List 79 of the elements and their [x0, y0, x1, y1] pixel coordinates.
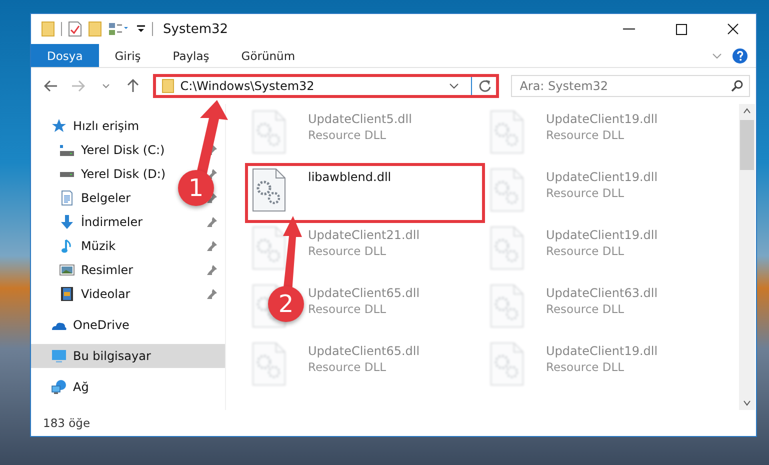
- file-gear-icon: [252, 168, 286, 212]
- sidebar-item[interactable]: Ağ: [31, 375, 225, 399]
- file-type: Resource DLL: [308, 244, 388, 258]
- sidebar-item[interactable]: Hızlı erişim: [31, 114, 225, 138]
- file-name[interactable]: libawblend.dll: [308, 170, 392, 184]
- file-gear-icon: [490, 226, 524, 270]
- sidebar-item[interactable]: OneDrive: [31, 313, 225, 337]
- ribbon-tab[interactable]: Görünüm: [225, 44, 312, 67]
- file-gear-icon: [490, 342, 524, 386]
- file-type: Resource DLL: [546, 244, 626, 258]
- pin-icon[interactable]: [207, 193, 217, 203]
- sidebar-item[interactable]: Yerel Disk (D:): [31, 162, 171, 186]
- sidebar-item[interactable]: Videolar: [31, 282, 171, 306]
- help-icon[interactable]: [732, 48, 748, 64]
- maximize-icon: [676, 24, 686, 34]
- ribbon-tab[interactable]: Dosya: [31, 44, 99, 67]
- close-icon: [727, 23, 739, 35]
- file-gear-icon: [252, 342, 286, 386]
- sidebar-item[interactable]: Resimler: [31, 258, 171, 282]
- drive-icon: [60, 172, 74, 176]
- file-name[interactable]: UpdateClient21.dll: [308, 228, 420, 242]
- sidebar-item[interactable]: Bu bilgisayar: [31, 344, 225, 368]
- network-icon: [51, 379, 67, 395]
- checklist-icon[interactable]: [68, 21, 82, 37]
- ribbon-tab[interactable]: Paylaş: [156, 44, 226, 67]
- pin-icon[interactable]: [207, 289, 217, 299]
- scroll-thumb[interactable]: [740, 120, 754, 170]
- refresh-icon[interactable]: [478, 79, 492, 93]
- file-gear-icon: [252, 110, 286, 154]
- file-type: Resource DLL: [546, 302, 626, 316]
- file-type: Resource DLL: [308, 360, 388, 374]
- pin-icon[interactable]: [207, 217, 217, 227]
- window-title: System32: [163, 22, 230, 36]
- folder-icon: [162, 79, 174, 93]
- up-arrow-icon: [127, 79, 140, 93]
- file-name[interactable]: UpdateClient19.dll: [546, 112, 658, 126]
- file-name[interactable]: UpdateClient63.dll: [546, 286, 658, 300]
- minimize-icon: [623, 28, 635, 30]
- film-icon: [59, 286, 75, 302]
- picture-icon: [59, 262, 75, 278]
- item-count: 183 öğe: [43, 416, 90, 430]
- scrollbar[interactable]: [739, 104, 755, 410]
- star-icon: [51, 118, 67, 134]
- pin-icon[interactable]: [207, 241, 217, 251]
- search-field[interactable]: Ara: System32: [510, 75, 750, 97]
- pin-icon[interactable]: [207, 265, 217, 275]
- right-arrow-icon: [71, 80, 86, 92]
- file-type: Resource DLL: [546, 128, 626, 142]
- file-gear-icon: [490, 168, 524, 212]
- file-gear-icon: [490, 110, 524, 154]
- down-arrow-icon: [59, 214, 75, 230]
- file-name[interactable]: UpdateClient19.dll: [546, 228, 658, 242]
- file-type: Resource DLL: [546, 186, 626, 200]
- file-type: Resource DLL: [308, 128, 388, 142]
- sidebar-item[interactable]: Müzik: [31, 234, 171, 258]
- file-name[interactable]: UpdateClient5.dll: [308, 112, 412, 126]
- search-icon[interactable]: [731, 80, 744, 92]
- monitor-icon: [51, 348, 67, 364]
- document-icon: [59, 190, 75, 206]
- file-name[interactable]: UpdateClient65.dll: [308, 286, 420, 300]
- sidebar-item[interactable]: İndirmeler: [31, 210, 171, 234]
- sidebar-item[interactable]: Yerel Disk (C:): [31, 138, 171, 162]
- chevron-down-icon[interactable]: [448, 83, 459, 89]
- properties-icon[interactable]: [108, 21, 130, 37]
- file-type: Resource DLL: [308, 302, 388, 316]
- drive-icon: [60, 144, 74, 156]
- file-name[interactable]: UpdateClient65.dll: [308, 344, 420, 358]
- ribbon-tab[interactable]: Giriş: [98, 44, 157, 67]
- address-field[interactable]: C:\Windows\System32: [153, 74, 499, 98]
- sidebar-item[interactable]: Belgeler: [31, 186, 171, 210]
- file-name[interactable]: UpdateClient19.dll: [546, 170, 658, 184]
- customize-dropdown-icon[interactable]: [136, 23, 146, 35]
- selected-file-frame[interactable]: libawblend.dll: [246, 164, 484, 222]
- file-name[interactable]: UpdateClient19.dll: [546, 344, 658, 358]
- chevron-down-icon: [102, 84, 110, 88]
- file-gear-icon: [252, 226, 286, 270]
- file-gear-icon: [490, 284, 524, 328]
- file-type: Resource DLL: [546, 360, 626, 374]
- left-arrow-icon: [44, 80, 58, 92]
